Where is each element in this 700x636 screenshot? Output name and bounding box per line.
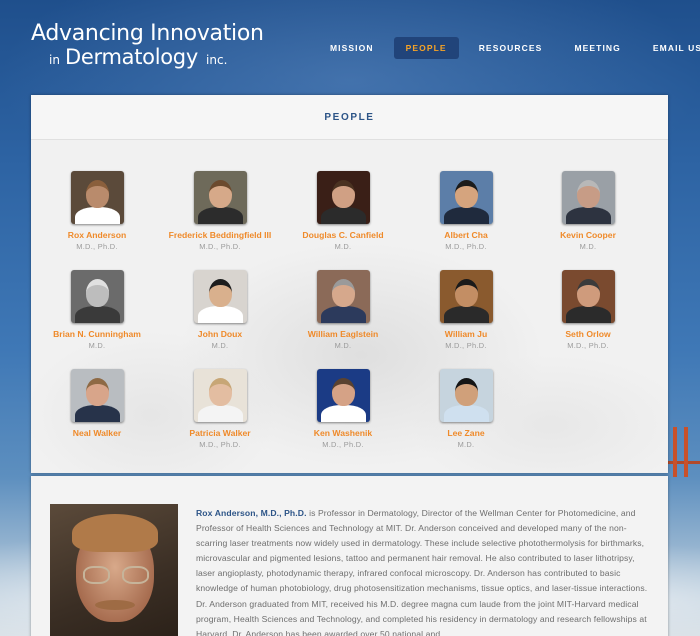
person-name[interactable]: Brian N. Cunningham xyxy=(32,329,162,339)
person-degree: M.D. xyxy=(334,242,352,251)
panel-title: PEOPLE xyxy=(324,112,375,123)
person-card[interactable]: William Ju M.D., Ph.D. xyxy=(401,270,531,350)
site-header: Advancing Innovation in Dermatology inc.… xyxy=(0,0,700,92)
person-card[interactable]: Albert Cha M.D., Ph.D. xyxy=(401,171,531,251)
person-degree: M.D. xyxy=(334,341,352,350)
person-photo[interactable] xyxy=(316,270,370,323)
person-detail: Rox Anderson, M.D., Ph.D. is Professor i… xyxy=(31,476,668,636)
nav-resources[interactable]: RESOURCES xyxy=(467,37,555,59)
person-degree: M.D. xyxy=(457,440,475,449)
person-photo[interactable] xyxy=(70,369,124,422)
person-photo[interactable] xyxy=(439,270,493,323)
person-card[interactable]: Rox Anderson M.D., Ph.D. xyxy=(32,171,162,251)
person-card[interactable]: Patricia Walker M.D., Ph.D. xyxy=(155,369,285,449)
nav-meeting[interactable]: MEETING xyxy=(562,37,632,59)
person-degree: M.D., Ph.D. xyxy=(445,242,487,251)
person-degree: M.D. xyxy=(88,341,106,350)
person-degree: M.D., Ph.D. xyxy=(322,440,364,449)
person-photo[interactable] xyxy=(561,270,615,323)
person-card[interactable]: Kevin Cooper M.D. xyxy=(523,171,653,251)
person-card[interactable]: Lee Zane M.D. xyxy=(401,369,531,449)
person-degree: M.D. xyxy=(211,341,229,350)
person-name[interactable]: John Doux xyxy=(155,329,285,339)
logo-prefix: in xyxy=(49,53,60,67)
person-card[interactable]: Douglas C. Canfield M.D. xyxy=(278,171,408,251)
panel-header: PEOPLE xyxy=(31,95,668,140)
nav-mission[interactable]: MISSION xyxy=(318,37,386,59)
main-nav: MISSION PEOPLE RESOURCES MEETING EMAIL US xyxy=(318,37,700,59)
person-degree: M.D., Ph.D. xyxy=(199,242,241,251)
person-photo[interactable] xyxy=(193,270,247,323)
person-photo[interactable] xyxy=(70,270,124,323)
person-card[interactable]: William Eaglstein M.D. xyxy=(278,270,408,350)
person-degree: M.D., Ph.D. xyxy=(199,440,241,449)
person-name[interactable]: Patricia Walker xyxy=(155,428,285,438)
person-name[interactable]: Neal Walker xyxy=(32,428,162,438)
person-name[interactable]: William Eaglstein xyxy=(278,329,408,339)
person-name[interactable]: Frederick Beddingfield III xyxy=(155,230,285,240)
person-name[interactable]: Albert Cha xyxy=(401,230,531,240)
person-detail-bio: Rox Anderson, M.D., Ph.D. is Professor i… xyxy=(196,506,648,636)
person-photo[interactable] xyxy=(439,171,493,224)
person-photo[interactable] xyxy=(316,369,370,422)
people-panel: PEOPLE Rox Anderson M.D., Ph.D. Frederick … xyxy=(31,95,668,473)
person-detail-name: Rox Anderson, M.D., Ph.D. xyxy=(196,508,307,518)
person-degree: M.D., Ph.D. xyxy=(76,242,118,251)
logo-main: Dermatology xyxy=(65,45,198,69)
person-name[interactable]: Seth Orlow xyxy=(523,329,653,339)
site-logo[interactable]: Advancing Innovation in Dermatology inc. xyxy=(31,22,264,71)
person-name[interactable]: William Ju xyxy=(401,329,531,339)
person-name[interactable]: Douglas C. Canfield xyxy=(278,230,408,240)
person-photo[interactable] xyxy=(193,369,247,422)
person-card[interactable]: Brian N. Cunningham M.D. xyxy=(32,270,162,350)
person-name[interactable]: Rox Anderson xyxy=(32,230,162,240)
person-name[interactable]: Ken Washenik xyxy=(278,428,408,438)
person-card[interactable]: John Doux M.D. xyxy=(155,270,285,350)
person-name[interactable]: Kevin Cooper xyxy=(523,230,653,240)
person-degree: M.D., Ph.D. xyxy=(445,341,487,350)
person-card[interactable]: Neal Walker xyxy=(32,369,162,440)
person-card[interactable]: Frederick Beddingfield III M.D., Ph.D. xyxy=(155,171,285,251)
person-degree: M.D., Ph.D. xyxy=(567,341,609,350)
person-card[interactable]: Ken Washenik M.D., Ph.D. xyxy=(278,369,408,449)
logo-suffix: inc. xyxy=(206,53,228,67)
person-degree: M.D. xyxy=(579,242,597,251)
person-photo[interactable] xyxy=(316,171,370,224)
person-detail-photo xyxy=(50,504,178,636)
logo-line2: in Dermatology inc. xyxy=(31,46,264,71)
person-photo[interactable] xyxy=(70,171,124,224)
logo-line1: Advancing Innovation xyxy=(31,21,264,46)
bridge-illustration xyxy=(650,425,700,485)
person-photo[interactable] xyxy=(439,369,493,422)
nav-people[interactable]: PEOPLE xyxy=(393,37,459,59)
person-name[interactable]: Lee Zane xyxy=(401,428,531,438)
person-detail-body: is Professor in Dermatology, Director of… xyxy=(196,508,648,636)
person-photo[interactable] xyxy=(193,171,247,224)
nav-email-us[interactable]: EMAIL US xyxy=(641,37,700,59)
person-card[interactable]: Seth Orlow M.D., Ph.D. xyxy=(523,270,653,350)
person-photo[interactable] xyxy=(561,171,615,224)
